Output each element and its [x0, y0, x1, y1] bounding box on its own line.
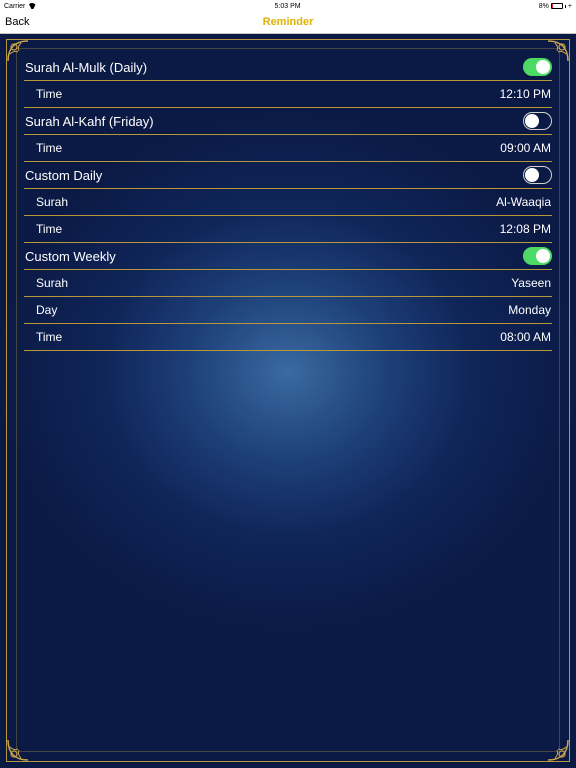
time-value: 08:00 AM: [500, 330, 551, 344]
reminder-list: Surah Al-Mulk (Daily) Time 12:10 PM Sura…: [24, 54, 552, 351]
surah-value: Al-Waaqia: [496, 195, 551, 209]
surah-label: Surah: [36, 276, 69, 290]
reminder-mulk-row: Surah Al-Mulk (Daily): [24, 54, 552, 81]
time-value: 12:08 PM: [499, 222, 551, 236]
reminder-custom-daily-surah-row[interactable]: Surah Al-Waaqia: [24, 189, 552, 216]
corner-ornament-icon: [7, 739, 29, 761]
time-label: Time: [36, 222, 63, 236]
reminder-kahf-toggle[interactable]: [523, 112, 552, 130]
reminder-custom-daily-row: Custom Daily: [24, 162, 552, 189]
toggle-knob: [536, 249, 550, 263]
time-value: 12:10 PM: [499, 87, 551, 101]
battery-fill: [551, 4, 553, 8]
toggle-knob: [525, 168, 539, 182]
reminder-kahf-row: Surah Al-Kahf (Friday): [24, 108, 552, 135]
surah-label: Surah: [36, 195, 69, 209]
reminder-custom-weekly-toggle[interactable]: [523, 247, 552, 265]
reminder-mulk-time-row[interactable]: Time 12:10 PM: [24, 81, 552, 108]
charging-icon: +: [567, 2, 572, 10]
status-left: Carrier: [4, 3, 36, 10]
surah-value: Yaseen: [511, 276, 551, 290]
reminder-custom-weekly-label: Custom Weekly: [25, 248, 116, 264]
reminder-kahf-label: Surah Al-Kahf (Friday): [25, 113, 154, 129]
reminder-custom-daily-time-row[interactable]: Time 12:08 PM: [24, 216, 552, 243]
reminder-mulk-toggle[interactable]: [523, 58, 552, 76]
reminder-custom-weekly-row: Custom Weekly: [24, 243, 552, 270]
day-value: Monday: [508, 303, 551, 317]
battery-cap: [564, 4, 566, 8]
time-label: Time: [36, 87, 63, 101]
toggle-knob: [525, 114, 539, 128]
reminder-kahf-time-row[interactable]: Time 09:00 AM: [24, 135, 552, 162]
carrier-label: Carrier: [4, 2, 26, 10]
reminder-content: Surah Al-Mulk (Daily) Time 12:10 PM Sura…: [0, 35, 576, 768]
time-label: Time: [36, 330, 63, 344]
reminder-custom-weekly-time-row[interactable]: Time 08:00 AM: [24, 324, 552, 351]
battery-percent: 8%: [538, 2, 549, 10]
battery-icon: [550, 3, 563, 9]
reminder-mulk-label: Surah Al-Mulk (Daily): [25, 59, 148, 75]
status-right: 8% +: [539, 3, 572, 10]
reminder-custom-weekly-surah-row[interactable]: Surah Yaseen: [24, 270, 552, 297]
reminder-custom-daily-label: Custom Daily: [25, 167, 103, 183]
navigation-bar: Back Reminder: [0, 12, 576, 34]
status-bar: Carrier 5:03 PM 8% +: [0, 0, 576, 12]
status-time: 5:03 PM: [274, 2, 301, 10]
reminder-custom-weekly-day-row[interactable]: Day Monday: [24, 297, 552, 324]
reminder-custom-daily-toggle[interactable]: [523, 166, 552, 184]
toggle-knob: [536, 60, 550, 74]
time-label: Time: [36, 141, 63, 155]
time-value: 09:00 AM: [500, 141, 551, 155]
page-title: Reminder: [262, 16, 314, 28]
wifi-icon: [28, 3, 36, 9]
day-label: Day: [36, 303, 58, 317]
corner-ornament-icon: [547, 739, 569, 761]
